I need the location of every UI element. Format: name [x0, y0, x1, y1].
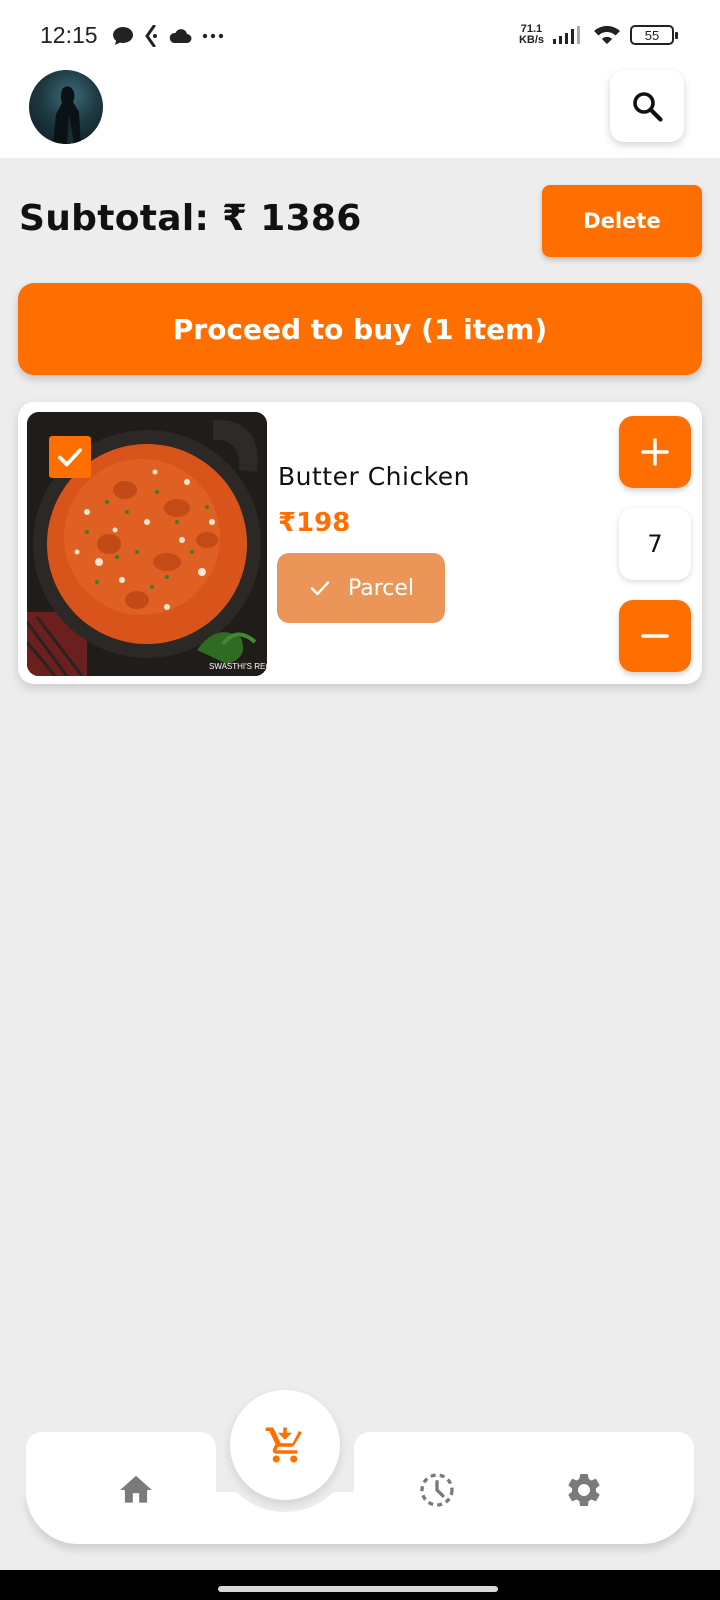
status-time: 12:15: [40, 22, 98, 48]
item-select-checkbox[interactable]: [49, 436, 91, 478]
signal-icon: [553, 26, 580, 44]
nav-home[interactable]: [108, 1462, 164, 1518]
notification-icons: [112, 24, 224, 48]
nav-cart[interactable]: [230, 1390, 340, 1500]
system-navigation-bar: [0, 1570, 720, 1600]
avatar[interactable]: [29, 70, 103, 144]
cloud-icon: [169, 29, 192, 43]
quantity-value: 7: [619, 508, 691, 580]
item-price: ₹198: [278, 508, 351, 538]
settings-icon: [568, 1474, 600, 1506]
cart-icon: [265, 1427, 302, 1463]
check-icon: [310, 581, 330, 596]
delete-button[interactable]: Delete: [542, 185, 702, 257]
home-icon: [120, 1475, 152, 1503]
nav-history[interactable]: [409, 1462, 465, 1518]
wifi-icon: [594, 25, 620, 44]
parcel-toggle-button[interactable]: Parcel: [277, 553, 445, 623]
image-watermark: SWASTHI'S RECI: [209, 662, 267, 671]
subtotal-label: Subtotal: ₹ 1386: [19, 198, 362, 239]
battery-level: 55: [644, 27, 660, 43]
network-speed-unit: KB/s: [518, 34, 544, 46]
bottom-navigation: [26, 1390, 694, 1544]
item-name: Butter Chicken: [278, 462, 471, 491]
item-image[interactable]: SWASTHI'S RECI: [27, 412, 267, 676]
search-button[interactable]: [610, 70, 684, 142]
search-icon: [633, 92, 663, 122]
check-icon: [58, 448, 82, 467]
more-notifications-icon: [202, 33, 224, 39]
app-header: [0, 70, 720, 158]
chat-bubble-icon: [113, 27, 133, 45]
history-icon: [420, 1473, 454, 1507]
decrease-quantity-button[interactable]: [619, 600, 691, 672]
network-speed: 71.1 KB/s: [519, 24, 544, 46]
cart-item-card: SWASTHI'S RECI Butter Chicken ₹198 Parce…: [18, 402, 702, 684]
system-indicators: 71.1 KB/s 55: [519, 20, 678, 50]
plus-icon: [641, 438, 669, 466]
status-bar: 12:15 71.1 KB/s 55: [0, 0, 720, 70]
proceed-to-buy-button[interactable]: Proceed to buy (1 item): [18, 283, 702, 375]
home-gesture-pill[interactable]: [218, 1586, 498, 1592]
avatar-figure-icon: [53, 86, 81, 144]
minus-icon: [641, 634, 669, 638]
parcel-label: Parcel: [347, 575, 415, 601]
nav-settings[interactable]: [556, 1462, 612, 1518]
increase-quantity-button[interactable]: [619, 416, 691, 488]
k-app-icon: [145, 25, 157, 47]
battery-icon: 55: [630, 25, 678, 45]
